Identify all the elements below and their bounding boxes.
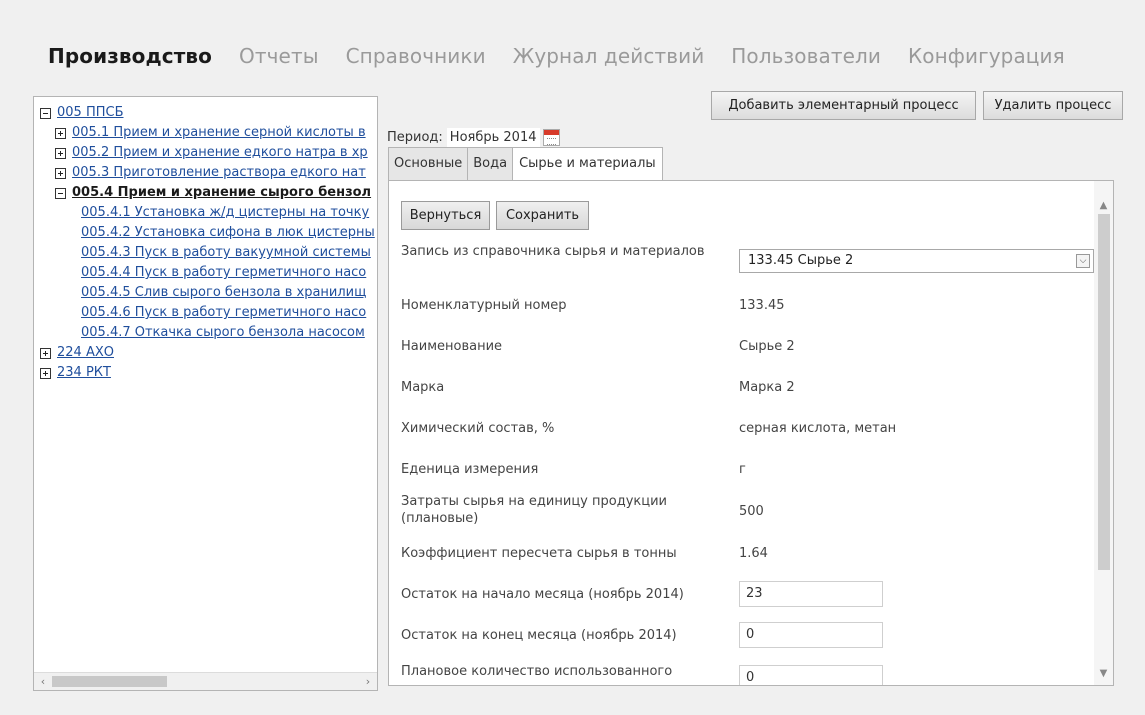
tree-link[interactable]: 005.2 Прием и хранение едкого натра в хр bbox=[72, 143, 368, 163]
tree-node-root: 224 АХО bbox=[34, 343, 377, 363]
material-record-label: Запись из справочника сырья и материалов bbox=[401, 244, 705, 259]
nav-configuration[interactable]: Конфигурация bbox=[908, 44, 1065, 68]
nav-production[interactable]: Производство bbox=[48, 44, 212, 68]
tab-materials[interactable]: Сырье и материалы bbox=[512, 147, 663, 181]
field-label: Марка bbox=[401, 380, 445, 395]
back-button[interactable]: Вернуться bbox=[401, 201, 490, 230]
name-value: Сырье 2 bbox=[739, 339, 795, 354]
planned-usage-input[interactable]: 0 bbox=[739, 665, 883, 685]
horizontal-scrollbar[interactable]: ‹ › bbox=[34, 672, 377, 690]
tree-leaf: 005.4.6 Пуск в работу герметичного насо bbox=[34, 303, 377, 323]
tree-link-selected[interactable]: 005.4 Прием и хранение сырого бензол bbox=[72, 183, 371, 203]
field-label: Остаток на начало месяца (ноябрь 2014) bbox=[401, 587, 684, 602]
tree-node-root: 005 ППСБ bbox=[34, 103, 377, 123]
field-label: Плановое количество использованного bbox=[401, 664, 673, 679]
tree-link[interactable]: 005.4.7 Откачка сырого бензола насосом bbox=[81, 323, 365, 343]
tree-node: 005.1 Прием и хранение серной кислоты в bbox=[34, 123, 377, 143]
scroll-down-icon[interactable]: ▼ bbox=[1094, 666, 1113, 682]
tree-link[interactable]: 005.3 Приготовление раствора едкого нат bbox=[72, 163, 366, 183]
period-value[interactable]: Ноябрь 2014 bbox=[446, 128, 540, 147]
tree-link[interactable]: 234 РКТ bbox=[57, 363, 111, 383]
tree-leaf: 005.4.2 Установка сифона в люк цистерны bbox=[34, 223, 377, 243]
tree-node-root: 234 РКТ bbox=[34, 363, 377, 383]
collapse-icon[interactable] bbox=[55, 187, 66, 199]
scroll-right-icon[interactable]: › bbox=[360, 674, 376, 690]
nav-users[interactable]: Пользователи bbox=[731, 44, 881, 68]
process-tree-panel: 005 ППСБ 005.1 Прием и хранение серной к… bbox=[33, 96, 378, 691]
tree-leaf: 005.4.5 Слив сырого бензола в хранилищ bbox=[34, 283, 377, 303]
save-button[interactable]: Сохранить bbox=[496, 201, 589, 230]
tree-link[interactable]: 224 АХО bbox=[57, 343, 114, 363]
field-label: Остаток на конец месяца (ноябрь 2014) bbox=[401, 628, 677, 643]
nav-action-log[interactable]: Журнал действий bbox=[513, 44, 705, 68]
tree-leaf: 005.4.1 Установка ж/д цистерны на точку bbox=[34, 203, 377, 223]
period-label: Период: bbox=[387, 130, 443, 145]
tree-node-selected: 005.4 Прием и хранение сырого бензол bbox=[34, 183, 377, 203]
scroll-up-icon[interactable]: ▲ bbox=[1094, 198, 1113, 214]
field-label: Еденица измерения bbox=[401, 462, 539, 477]
main-nav: Производство Отчеты Справочники Журнал д… bbox=[48, 44, 1092, 74]
tab-water[interactable]: Вода bbox=[467, 147, 514, 180]
expand-icon[interactable] bbox=[55, 127, 66, 139]
process-tree: 005 ППСБ 005.1 Прием и хранение серной к… bbox=[34, 97, 377, 672]
vertical-scrollbar[interactable]: ▲ ▼ bbox=[1094, 181, 1113, 685]
unit-value: г bbox=[739, 462, 746, 477]
end-balance-input[interactable]: 0 bbox=[739, 622, 883, 648]
nav-reports[interactable]: Отчеты bbox=[239, 44, 319, 68]
expand-icon[interactable] bbox=[55, 167, 66, 179]
collapse-icon[interactable] bbox=[40, 107, 51, 119]
tree-link[interactable]: 005 ППСБ bbox=[57, 103, 124, 123]
planned-cost-value: 500 bbox=[739, 504, 764, 519]
field-label: Номенклатурный номер bbox=[401, 298, 567, 313]
tree-leaf: 005.4.3 Пуск в работу вакуумной системы bbox=[34, 243, 377, 263]
period-selector: Период: Ноябрь 2014 bbox=[387, 128, 560, 147]
material-select-value: 133.45 Сырье 2 bbox=[748, 253, 854, 268]
field-label: Химический состав, % bbox=[401, 421, 555, 436]
field-label: Затраты сырья на единицу продукции (план… bbox=[401, 494, 667, 526]
chevron-down-icon[interactable]: ⌵ bbox=[1076, 254, 1090, 268]
expand-icon[interactable] bbox=[40, 347, 51, 359]
add-process-button[interactable]: Добавить элементарный процесс bbox=[711, 91, 976, 120]
tree-link[interactable]: 005.4.3 Пуск в работу вакуумной системы bbox=[81, 243, 371, 263]
tree-link[interactable]: 005.4.4 Пуск в работу герметичного насо bbox=[81, 263, 366, 283]
calendar-icon[interactable] bbox=[542, 129, 560, 146]
tab-main[interactable]: Основные bbox=[388, 147, 469, 180]
tree-link[interactable]: 005.4.2 Установка сифона в люк цистерны bbox=[81, 223, 375, 243]
field-label: Наименование bbox=[401, 339, 503, 354]
tree-leaf: 005.4.7 Откачка сырого бензола насосом bbox=[34, 323, 377, 343]
scrollbar-thumb[interactable] bbox=[52, 676, 167, 687]
tree-node: 005.3 Приготовление раствора едкого нат bbox=[34, 163, 377, 183]
scroll-left-icon[interactable]: ‹ bbox=[35, 674, 51, 690]
tree-leaf: 005.4.4 Пуск в работу герметичного насо bbox=[34, 263, 377, 283]
delete-process-button[interactable]: Удалить процесс bbox=[983, 91, 1123, 120]
chemical-composition-value: серная кислота, метан bbox=[739, 421, 897, 436]
scrollbar-thumb[interactable] bbox=[1098, 214, 1110, 570]
materials-form: Вернуться Сохранить Запись из справочник… bbox=[388, 180, 1114, 686]
tree-link[interactable]: 005.4.1 Установка ж/д цистерны на точку bbox=[81, 203, 369, 223]
tree-link[interactable]: 005.4.5 Слив сырого бензола в хранилищ bbox=[81, 283, 366, 303]
conversion-factor-value: 1.64 bbox=[739, 546, 768, 561]
tab-bar: Основные Вода Сырье и материалы bbox=[388, 147, 663, 181]
start-balance-input[interactable]: 23 bbox=[739, 581, 883, 607]
tree-link[interactable]: 005.1 Прием и хранение серной кислоты в bbox=[72, 123, 366, 143]
tree-link[interactable]: 005.4.6 Пуск в работу герметичного насо bbox=[81, 303, 366, 323]
tree-node: 005.2 Прием и хранение едкого натра в хр bbox=[34, 143, 377, 163]
material-select[interactable]: 133.45 Сырье 2 ⌵ bbox=[739, 249, 1094, 273]
field-label: Коэффициент пересчета сырья в тонны bbox=[401, 546, 677, 561]
nav-references[interactable]: Справочники bbox=[346, 44, 486, 68]
brand-value: Марка 2 bbox=[739, 380, 795, 395]
expand-icon[interactable] bbox=[40, 367, 51, 379]
expand-icon[interactable] bbox=[55, 147, 66, 159]
nomenclature-number: 133.45 bbox=[739, 298, 785, 313]
